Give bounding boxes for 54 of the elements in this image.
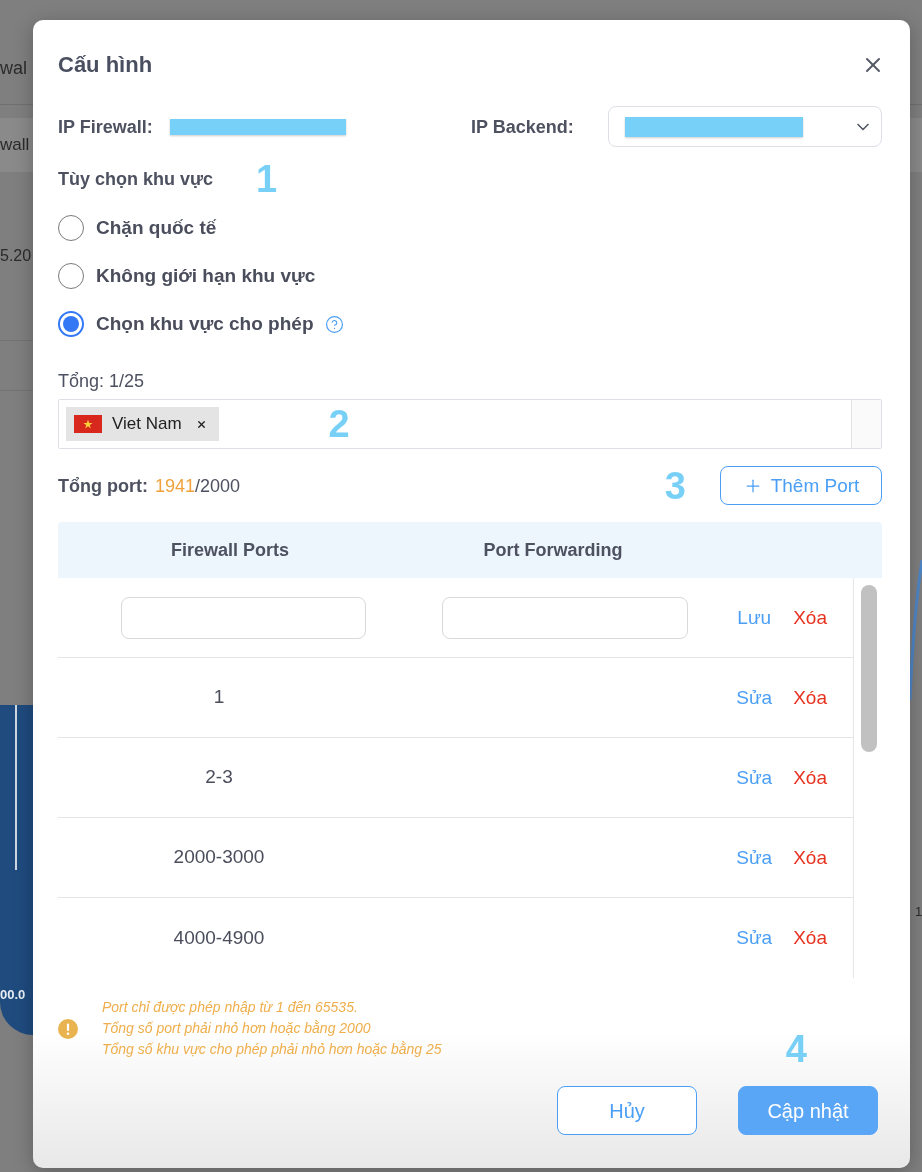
- scrollbar-track: [851, 400, 881, 448]
- add-port-button[interactable]: Thêm Port: [720, 466, 882, 505]
- delete-link[interactable]: Xóa: [793, 845, 827, 870]
- note-text: Tổng số port phải nhỏ hơn hoặc bằng 2000: [102, 1019, 371, 1038]
- edit-link[interactable]: Sửa: [736, 926, 773, 950]
- port-total-label: Tổng port:: [58, 474, 148, 498]
- radio-label[interactable]: Chặn quốc tế: [96, 216, 217, 240]
- dialog-title: Cấu hình: [58, 51, 153, 79]
- remove-icon[interactable]: [195, 418, 207, 430]
- radio-label[interactable]: Không giới hạn khu vực: [96, 264, 316, 288]
- background-text: 1: [915, 903, 922, 921]
- region-select-field[interactable]: Viet Nam 2: [58, 399, 882, 449]
- save-link[interactable]: Lưu: [737, 605, 772, 630]
- input-field[interactable]: [442, 596, 688, 639]
- field-label: IP Firewall:: [58, 115, 153, 139]
- annotation-number: 4: [785, 1030, 807, 1068]
- cancel-button[interactable]: Hủy: [557, 1086, 697, 1135]
- help-icon[interactable]: [324, 314, 344, 334]
- field-label: IP Backend:: [471, 115, 574, 139]
- background-text: wal: [0, 57, 28, 80]
- edit-link[interactable]: Sửa: [736, 845, 773, 870]
- table-cell: 2000-3000: [173, 846, 265, 867]
- column-header: Firewall Ports: [170, 539, 289, 560]
- region-count: Tổng: 1/25: [58, 370, 145, 392]
- warning-icon: [58, 1018, 78, 1039]
- column-header: Port Forwarding: [483, 539, 623, 560]
- radio-label[interactable]: Chọn khu vực cho phép: [96, 312, 314, 336]
- delete-link[interactable]: Xóa: [793, 765, 827, 790]
- radio-button[interactable]: [58, 215, 84, 241]
- note-text: Port chỉ được phép nhập từ 1 đến 65535.: [102, 998, 358, 1017]
- annotation-number: 1: [256, 160, 278, 198]
- table-cell: 4000-4900: [173, 926, 265, 948]
- table-cell: 1: [213, 686, 225, 707]
- tag-label: Viet Nam: [112, 413, 182, 435]
- background-text: wall: [0, 134, 30, 156]
- background-text: 5.20: [0, 246, 33, 266]
- radio-button[interactable]: [58, 263, 84, 289]
- edit-link[interactable]: Sửa: [736, 685, 773, 710]
- chart-label: 00.0: [0, 987, 27, 1003]
- table-cell: 2-3: [205, 766, 233, 787]
- scrollbar-thumb[interactable]: [861, 585, 877, 752]
- annotation-number: 3: [664, 466, 686, 505]
- input-field[interactable]: [121, 596, 366, 639]
- section-title: Tùy chọn khu vực: [58, 168, 214, 191]
- edit-link[interactable]: Sửa: [736, 765, 773, 790]
- delete-link[interactable]: Xóa: [793, 926, 827, 950]
- delete-link[interactable]: Xóa: [793, 685, 827, 710]
- radio-button[interactable]: [58, 311, 84, 337]
- port-count: 1941/2000: [154, 474, 241, 498]
- note-text: Tổng số khu vực cho phép phải nhỏ hơn hoặc bằng 25: [102, 1040, 442, 1059]
- flag-icon: [74, 415, 102, 433]
- update-button[interactable]: Cập nhật: [738, 1086, 878, 1135]
- annotation-number: 2: [328, 405, 350, 443]
- delete-link[interactable]: Xóa: [793, 605, 827, 630]
